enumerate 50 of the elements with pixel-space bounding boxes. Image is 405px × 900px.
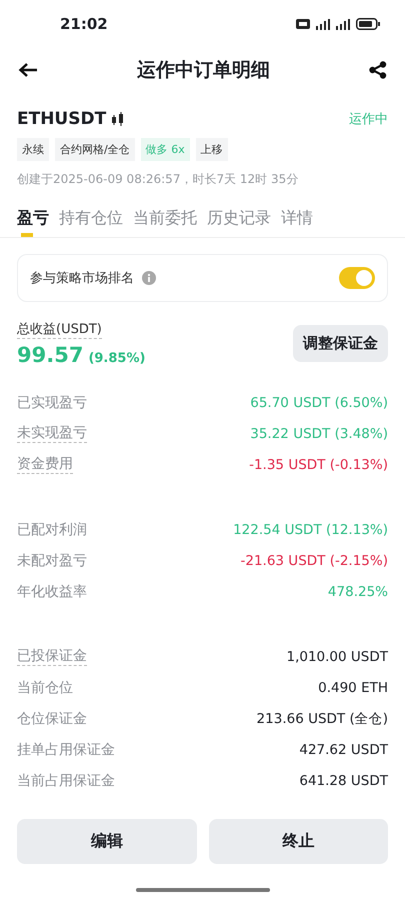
tab[interactable]: 盈亏 xyxy=(17,208,49,237)
row-label: 挂单占用保证金 xyxy=(17,740,115,758)
action-button[interactable]: 编辑 xyxy=(17,819,196,864)
total-label: 总收益(USDT) xyxy=(17,320,102,339)
row-value: 478.25% xyxy=(328,584,388,600)
signal-icon xyxy=(336,18,350,30)
symbol-name: ETHUSDT xyxy=(17,109,106,129)
info-icon xyxy=(142,271,156,285)
battery-icon xyxy=(356,18,380,30)
row-value: 65.70 USDT (6.50%) xyxy=(250,394,388,410)
tag-label: 合约网格/全仓 xyxy=(55,138,135,161)
row-value: -1.35 USDT (-0.13%) xyxy=(249,456,388,472)
row-value: 35.22 USDT (3.48%) xyxy=(250,426,388,442)
row-label: 已实现盈亏 xyxy=(17,394,87,412)
total-value: 99.57 xyxy=(17,343,84,367)
back-button[interactable] xyxy=(18,62,38,78)
row-value: 641.28 USDT xyxy=(299,772,388,788)
tag-label: 做多 6x xyxy=(140,138,190,161)
back-arrow-icon xyxy=(18,62,38,78)
page-title: 运作中订单明细 xyxy=(137,58,270,83)
tag-label: 永续 xyxy=(17,138,49,161)
share-button[interactable] xyxy=(369,61,387,79)
total-percent: (9.85%) xyxy=(88,351,146,366)
tag-label: 上移 xyxy=(196,138,228,161)
hd-icon xyxy=(296,19,310,29)
row-value: 122.54 USDT (12.13%) xyxy=(233,522,388,538)
row-value: 0.490 ETH xyxy=(318,680,388,696)
ranking-label: 参与策略市场排名 xyxy=(30,270,134,287)
share-icon xyxy=(369,61,387,79)
signal-icon xyxy=(316,18,330,30)
row-value: 427.62 USDT xyxy=(299,742,388,758)
row-label: 资金费用 xyxy=(17,455,73,474)
candlestick-icon xyxy=(111,112,126,126)
created-time: 创建于2025-06-09 08:26:57，时长7天 12时 35分 xyxy=(17,171,300,188)
row-label: 年化收益率 xyxy=(17,582,87,600)
row-label: 未配对盈亏 xyxy=(17,552,87,570)
row-label: 仓位保证金 xyxy=(17,710,87,728)
row-label: 未实现盈亏 xyxy=(17,424,87,443)
status-time: 21:02 xyxy=(60,15,108,33)
order-status: 运作中 xyxy=(349,111,388,128)
row-label: 当前占用保证金 xyxy=(17,772,115,790)
row-value: -21.63 USDT (-2.15%) xyxy=(240,552,388,568)
row-value: 213.66 USDT (全仓) xyxy=(256,710,388,728)
adjust-margin-button[interactable]: 调整保证金 xyxy=(293,325,388,362)
row-value: 1,010.00 USDT xyxy=(286,648,388,664)
action-button[interactable]: 终止 xyxy=(208,819,388,864)
row-label: 当前仓位 xyxy=(17,678,73,696)
toggle-switch[interactable] xyxy=(339,267,375,289)
row-label: 已投保证金 xyxy=(17,647,87,666)
row-label: 已配对利润 xyxy=(17,520,87,538)
